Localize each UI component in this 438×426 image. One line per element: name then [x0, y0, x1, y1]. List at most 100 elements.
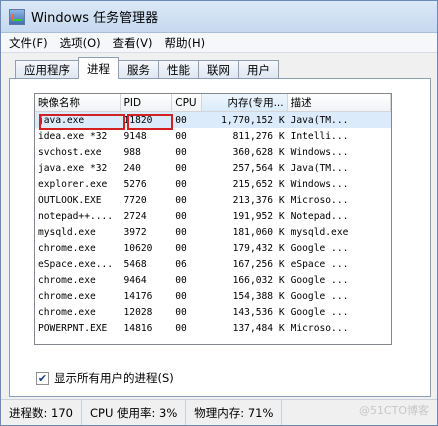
- col-memory[interactable]: 内存(专用...: [202, 94, 288, 111]
- cpu-cell: 00: [175, 306, 187, 318]
- pid-cell: 14816: [123, 322, 153, 334]
- menu-bar: 文件(F) 选项(O) 查看(V) 帮助(H): [1, 33, 437, 53]
- status-cpu: CPU 使用率: 3%: [82, 400, 187, 425]
- cpu-cell: 06: [175, 258, 187, 270]
- show-all-users-checkbox[interactable]: ✔: [36, 371, 49, 385]
- process-name-cell: java.exe *32: [38, 162, 108, 174]
- process-name-cell: idea.exe *32: [38, 130, 108, 142]
- pid-cell: 12028: [123, 306, 153, 318]
- pid-cell: 9464: [123, 274, 147, 286]
- description-cell: Google ...: [290, 242, 349, 254]
- description-cell: Windows...: [290, 178, 349, 190]
- pid-cell: 14176: [123, 290, 153, 302]
- process-row[interactable]: eSpace.exe... 5468 06 167,256 K eSpace ...: [35, 256, 391, 272]
- process-row[interactable]: chrome.exe 14176 00 154,388 K Google ...: [35, 288, 391, 304]
- process-rows: java.exe 11820 00 1,770,152 K Java(TM... idea…: [35, 112, 391, 336]
- highlight-image-name: [39, 114, 125, 130]
- show-all-users-label: 显示所有用户的进程(S): [54, 371, 174, 385]
- memory-cell: 167,256 K: [232, 258, 285, 270]
- memory-cell: 166,032 K: [232, 274, 285, 286]
- show-all-users-row[interactable]: ✔ 显示所有用户的进程(S): [36, 370, 174, 386]
- pid-cell: 988: [123, 146, 141, 158]
- cpu-cell: 00: [175, 194, 187, 206]
- menu-help[interactable]: 帮助(H): [164, 35, 205, 51]
- description-cell: Java(TM...: [290, 114, 349, 126]
- description-cell: Java(TM...: [290, 162, 349, 174]
- description-cell: Google ...: [290, 274, 349, 286]
- tab-processes[interactable]: 进程: [78, 57, 119, 79]
- process-row[interactable]: chrome.exe 12028 00 143,536 K Google ...: [35, 304, 391, 320]
- memory-cell: 181,060 K: [232, 226, 285, 238]
- description-cell: Google ...: [290, 290, 349, 302]
- processes-panel: 映像名称 PID CPU 内存(专用... 描述 java.exe 11820 00…: [9, 78, 431, 397]
- process-row[interactable]: notepad++.... 2724 00 191,952 K Notepad...: [35, 208, 391, 224]
- tab-applications[interactable]: 应用程序: [15, 60, 79, 79]
- description-cell: Intelli...: [290, 130, 349, 142]
- pid-cell: 240: [123, 162, 141, 174]
- memory-cell: 213,376 K: [232, 194, 285, 206]
- cpu-cell: 00: [175, 146, 187, 158]
- memory-cell: 154,388 K: [232, 290, 285, 302]
- col-pid[interactable]: PID: [121, 94, 173, 111]
- cpu-cell: 00: [175, 210, 187, 222]
- pid-cell: 5468: [123, 258, 147, 270]
- col-cpu[interactable]: CPU: [172, 94, 203, 111]
- tab-users[interactable]: 用户: [238, 60, 279, 79]
- memory-cell: 1,770,152 K: [221, 114, 285, 126]
- process-name-cell: chrome.exe: [38, 242, 96, 254]
- tab-services[interactable]: 服务: [118, 60, 159, 79]
- col-image-name[interactable]: 映像名称: [35, 94, 121, 111]
- tab-performance[interactable]: 性能: [158, 60, 199, 79]
- description-cell: Notepad...: [290, 210, 349, 222]
- memory-cell: 137,484 K: [232, 322, 285, 334]
- title-bar: Windows 任务管理器: [1, 1, 437, 33]
- pid-cell: 2724: [123, 210, 147, 222]
- process-row[interactable]: java.exe *32 240 00 257,564 K Java(TM...: [35, 160, 391, 176]
- task-manager-icon: [9, 8, 25, 25]
- cpu-cell: 00: [175, 114, 187, 126]
- cpu-cell: 00: [175, 274, 187, 286]
- process-name-cell: explorer.exe: [38, 178, 108, 190]
- memory-cell: 191,952 K: [232, 210, 285, 222]
- process-row[interactable]: idea.exe *32 9148 00 811,276 K Intelli...: [35, 128, 391, 144]
- process-list[interactable]: 映像名称 PID CPU 内存(专用... 描述 java.exe 11820 00…: [34, 93, 392, 345]
- tab-networking[interactable]: 联网: [198, 60, 239, 79]
- memory-cell: 257,564 K: [232, 162, 285, 174]
- process-row[interactable]: explorer.exe 5276 00 215,652 K Windows...: [35, 176, 391, 192]
- description-cell: Microso...: [290, 322, 349, 334]
- process-name-cell: mysqld.exe: [38, 226, 96, 238]
- process-name-cell: POWERPNT.EXE: [38, 322, 108, 334]
- process-row[interactable]: svchost.exe 988 00 360,628 K Windows...: [35, 144, 391, 160]
- cpu-cell: 00: [175, 178, 187, 190]
- menu-file[interactable]: 文件(F): [9, 35, 48, 51]
- cpu-cell: 00: [175, 290, 187, 302]
- menu-options[interactable]: 选项(O): [60, 35, 101, 51]
- memory-cell: 811,276 K: [232, 130, 285, 142]
- process-row[interactable]: chrome.exe 10620 00 179,432 K Google ...: [35, 240, 391, 256]
- description-cell: eSpace ...: [290, 258, 349, 270]
- process-name-cell: eSpace.exe...: [38, 258, 114, 270]
- pid-cell: 9148: [123, 130, 147, 142]
- process-row[interactable]: POWERPNT.EXE 14816 00 137,484 K Microso...: [35, 320, 391, 336]
- col-description[interactable]: 描述: [288, 94, 391, 111]
- highlight-pid: [127, 114, 173, 130]
- column-header: 映像名称 PID CPU 内存(专用... 描述: [35, 94, 391, 112]
- memory-cell: 360,628 K: [232, 146, 285, 158]
- description-cell: Windows...: [290, 146, 349, 158]
- description-cell: mysqld.exe: [290, 226, 349, 238]
- process-row[interactable]: mysqld.exe 3972 00 181,060 K mysqld.exe: [35, 224, 391, 240]
- status-processes: 进程数: 170: [1, 400, 82, 425]
- cpu-cell: 00: [175, 242, 187, 254]
- pid-cell: 7720: [123, 194, 147, 206]
- process-row[interactable]: OUTLOOK.EXE 7720 00 213,376 K Microso...: [35, 192, 391, 208]
- process-name-cell: chrome.exe: [38, 274, 96, 286]
- task-manager-window: Windows 任务管理器 文件(F) 选项(O) 查看(V) 帮助(H) 应用…: [0, 0, 438, 426]
- cpu-cell: 00: [175, 162, 187, 174]
- watermark-text: @51CTO博客: [358, 404, 429, 417]
- process-name-cell: svchost.exe: [38, 146, 102, 158]
- process-row[interactable]: chrome.exe 9464 00 166,032 K Google ...: [35, 272, 391, 288]
- menu-view[interactable]: 查看(V): [113, 35, 153, 51]
- tab-strip: 应用程序 进程 服务 性能 联网 用户: [15, 57, 429, 79]
- pid-cell: 3972: [123, 226, 147, 238]
- process-name-cell: chrome.exe: [38, 306, 96, 318]
